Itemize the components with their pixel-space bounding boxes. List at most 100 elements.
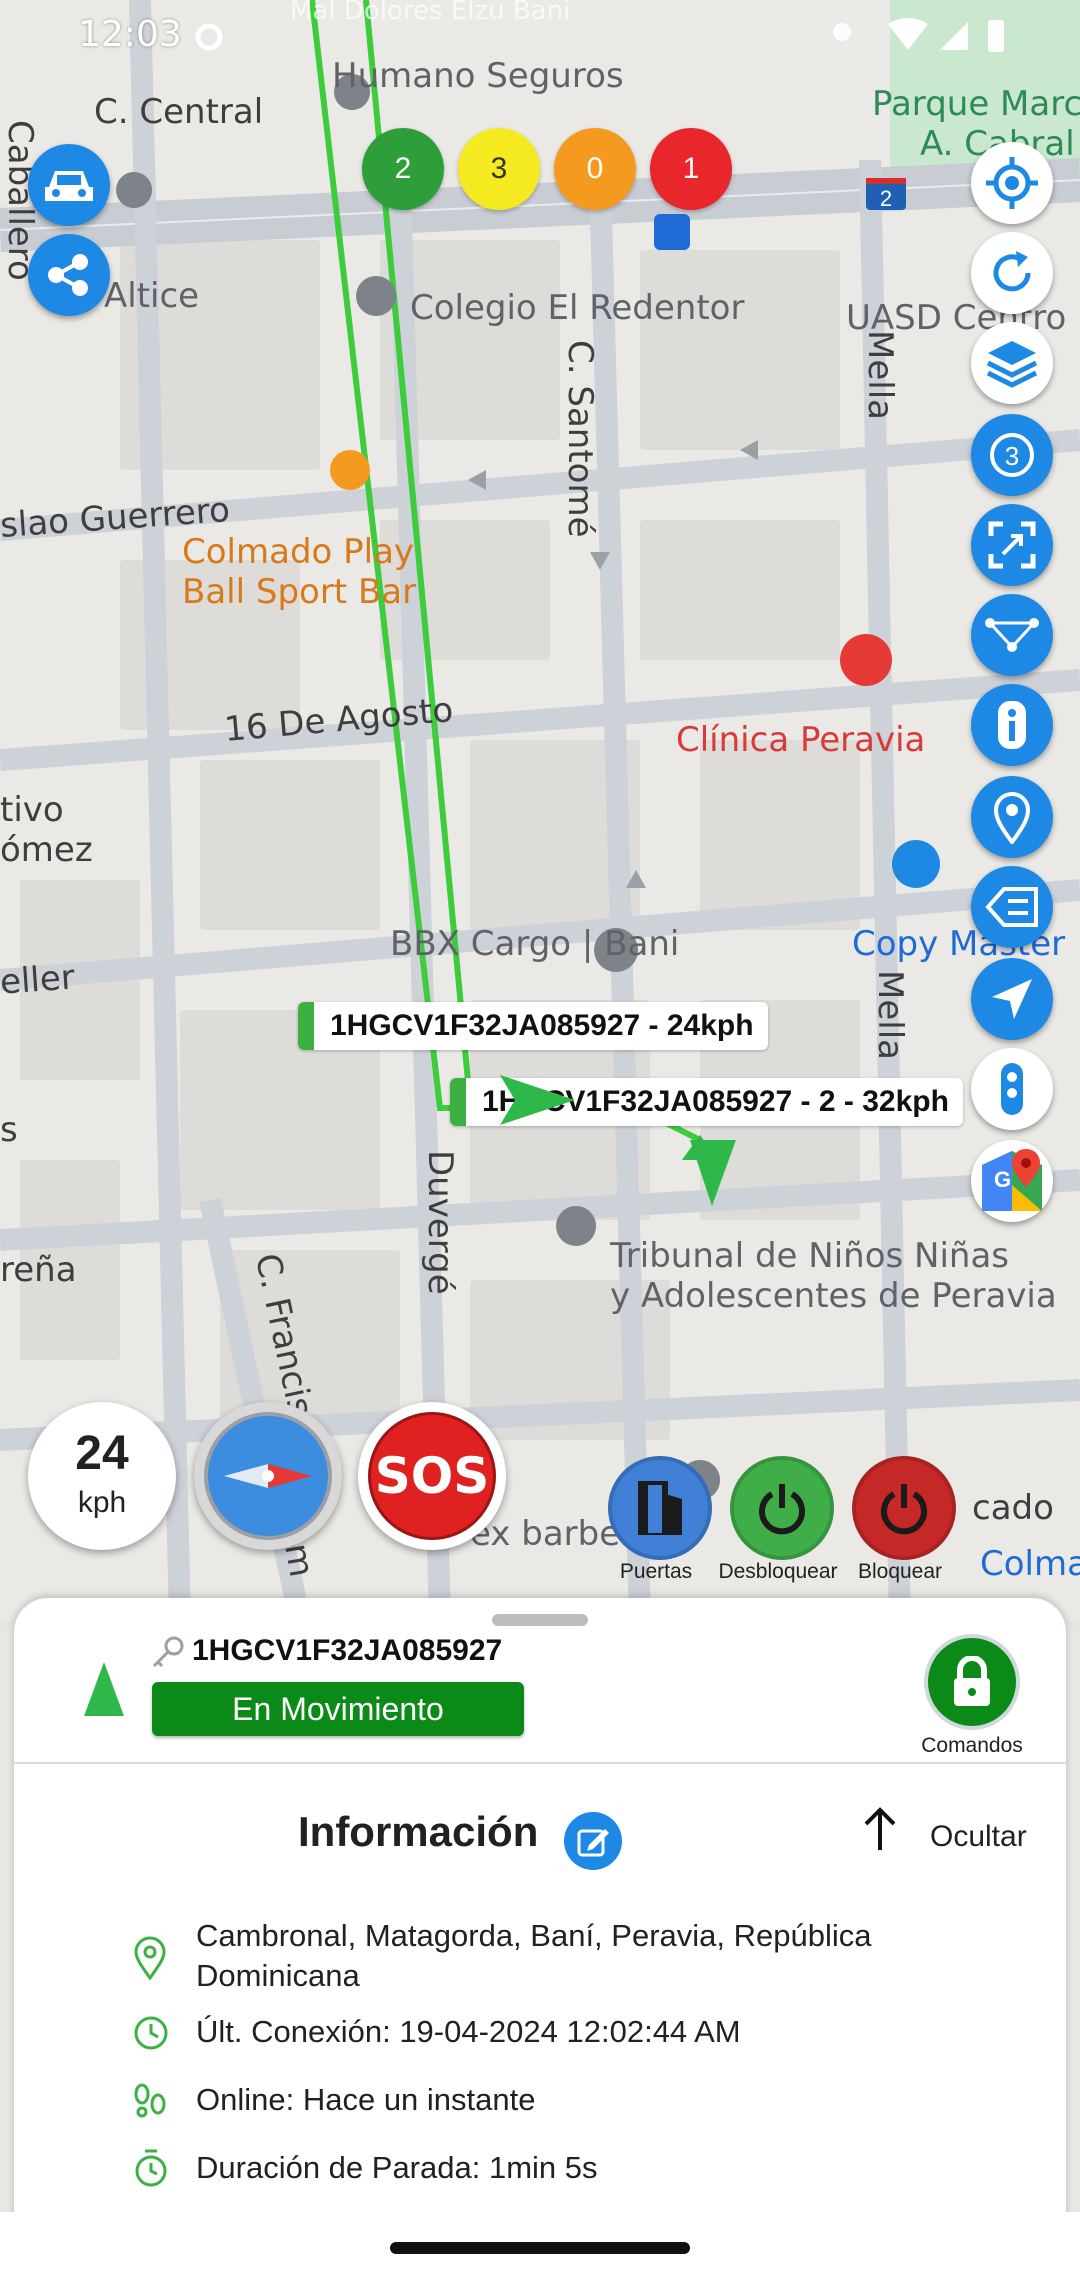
info-button[interactable] xyxy=(971,684,1053,766)
sos-button[interactable]: SOS xyxy=(358,1402,506,1550)
poi-altice: Altice xyxy=(104,276,200,316)
vehicle-vin: 1HGCV1F32JA085927 xyxy=(192,1634,503,1667)
layers-icon xyxy=(986,341,1038,388)
footprints-icon xyxy=(134,2083,166,2118)
more-button[interactable] xyxy=(971,1048,1053,1130)
unlock-button[interactable] xyxy=(730,1456,834,1560)
power-icon xyxy=(881,1484,927,1535)
lock-label: Bloquear xyxy=(857,1560,943,1583)
padlock-icon xyxy=(954,1656,990,1706)
vehicle-label-bar xyxy=(298,1002,314,1050)
lock-button[interactable] xyxy=(852,1456,956,1560)
counter-value: 3 xyxy=(1005,441,1019,471)
status-time: 12:03 xyxy=(78,14,182,55)
share-button[interactable] xyxy=(28,234,110,316)
info-row-connection: Últ. Conexión: 19-04-2024 12:02:44 AM xyxy=(196,2012,1026,2052)
counter-button[interactable]: 3 xyxy=(971,414,1053,496)
street-tivo: tivo xyxy=(0,790,64,830)
poi-colmado-2: Ball Sport Bar xyxy=(182,572,417,612)
street-rena: reña xyxy=(0,1250,77,1290)
speed-gauge: 24 kph xyxy=(28,1402,176,1550)
fullscreen-icon xyxy=(988,521,1036,569)
count-badge-red[interactable]: 1 xyxy=(650,128,732,210)
street-gomez: ómez xyxy=(0,830,93,870)
vehicle-label-2[interactable]: 1HGCV1F32JA085927 - 2 - 32kph xyxy=(450,1078,963,1126)
info-icon xyxy=(998,701,1026,749)
info-row-stop-duration: Duración de Parada: 1min 5s xyxy=(196,2148,1026,2188)
more-icon xyxy=(1001,1063,1023,1115)
power-icon xyxy=(759,1484,805,1535)
vehicle-label-bar-2 xyxy=(450,1078,466,1126)
address-text: Cambronal, Matagorda, Baní, Peravia, Rep… xyxy=(196,1918,872,1993)
navigation-icon xyxy=(992,979,1032,1019)
vehicle-label-text: 1HGCV1F32JA085927 - 24kph xyxy=(330,1009,754,1042)
online-text: Online: Hace un instante xyxy=(196,2082,536,2117)
navigation-bar xyxy=(0,2212,1080,2280)
refresh-icon xyxy=(993,251,1031,292)
street-mella-bottom: Mella xyxy=(870,970,910,1060)
fullscreen-button[interactable] xyxy=(971,504,1053,586)
speed-unit: kph xyxy=(77,1486,127,1519)
count-badge-orange[interactable]: 0 xyxy=(554,128,636,210)
compass-needle-icon xyxy=(224,1464,312,1488)
street-c-central: C. Central xyxy=(94,92,264,132)
car-icon xyxy=(45,171,93,201)
arrow-up-icon[interactable] xyxy=(860,1806,900,1854)
sos-label: SOS xyxy=(368,1412,496,1540)
street-s: s xyxy=(0,1110,18,1150)
poi-colegio: Colegio El Redentor xyxy=(410,288,745,328)
route-button[interactable] xyxy=(971,594,1053,676)
key-icon xyxy=(152,1636,184,1668)
count-badge-yellow[interactable]: 3 xyxy=(458,128,540,210)
location-pin-icon xyxy=(134,1936,166,1980)
direction-arrow-icon xyxy=(84,1662,124,1716)
info-row-address: Cambronal, Matagorda, Baní, Peravia, Rep… xyxy=(196,1916,1026,1996)
door-icon xyxy=(638,1481,682,1535)
svg-text:G: G xyxy=(994,1167,1011,1192)
status-bar: 12:03 xyxy=(0,0,1080,70)
doors-button[interactable] xyxy=(608,1456,712,1560)
layers-button[interactable] xyxy=(971,322,1053,404)
map-canvas: 2 xyxy=(0,0,1080,1620)
speed-value: 24 xyxy=(75,1427,129,1480)
edit-button[interactable] xyxy=(564,1812,622,1870)
refresh-button[interactable] xyxy=(971,232,1053,314)
vehicle-label-text-2: 1HGCV1F32JA085927 - 2 - 32kph xyxy=(482,1085,949,1118)
settings-status-icon xyxy=(195,23,223,51)
sheet-drag-handle[interactable] xyxy=(492,1614,588,1626)
poi-bbx: BBX Cargo | Bani xyxy=(390,924,680,964)
street-duverge: Duvergé xyxy=(420,1150,460,1295)
google-maps-button[interactable]: G xyxy=(971,1140,1053,1222)
edit-icon xyxy=(577,1829,609,1857)
stop-duration-text: Duración de Parada: 1min 5s xyxy=(196,2150,598,2185)
hide-button[interactable]: Ocultar xyxy=(930,1820,1027,1854)
google-maps-icon: G xyxy=(982,1149,1042,1211)
poi-colmado: Colmado Play xyxy=(182,532,415,572)
connection-text: Últ. Conexión: 19-04-2024 12:02:44 AM xyxy=(196,2014,741,2049)
street-mella-top: Mella xyxy=(860,330,900,420)
street-cado: cado xyxy=(972,1488,1054,1528)
tag-button[interactable] xyxy=(971,866,1053,948)
vehicle-button[interactable] xyxy=(28,144,110,226)
status-badge: En Movimiento xyxy=(152,1682,524,1736)
compass[interactable] xyxy=(194,1402,342,1550)
commands-label: Comandos xyxy=(921,1734,1023,1757)
street-eller: eller xyxy=(0,957,77,1003)
navigation-button[interactable] xyxy=(971,958,1053,1040)
poi-tribunal-2: y Adolescentes de Peravia xyxy=(610,1276,1057,1316)
sheet-divider xyxy=(14,1762,1066,1764)
street-c-santome: C. Santomé xyxy=(560,340,600,538)
count-badge-green[interactable]: 2 xyxy=(362,128,444,210)
vehicle-label[interactable]: 1HGCV1F32JA085927 - 24kph xyxy=(298,1002,768,1050)
commands-button[interactable] xyxy=(924,1634,1020,1730)
home-gesture-handle[interactable] xyxy=(390,2242,690,2254)
clock-icon xyxy=(134,2016,168,2050)
doors-label: Puertas xyxy=(619,1560,693,1583)
location-pin-button[interactable] xyxy=(971,776,1053,858)
route-badge-text: 2 xyxy=(880,186,892,211)
route-icon xyxy=(985,618,1039,652)
status-icons xyxy=(833,18,1004,52)
share-icon xyxy=(48,254,88,296)
map-view[interactable]: 2 C. Central Caballero C. Santomé Mella … xyxy=(0,0,1080,1620)
my-location-button[interactable] xyxy=(971,142,1053,224)
